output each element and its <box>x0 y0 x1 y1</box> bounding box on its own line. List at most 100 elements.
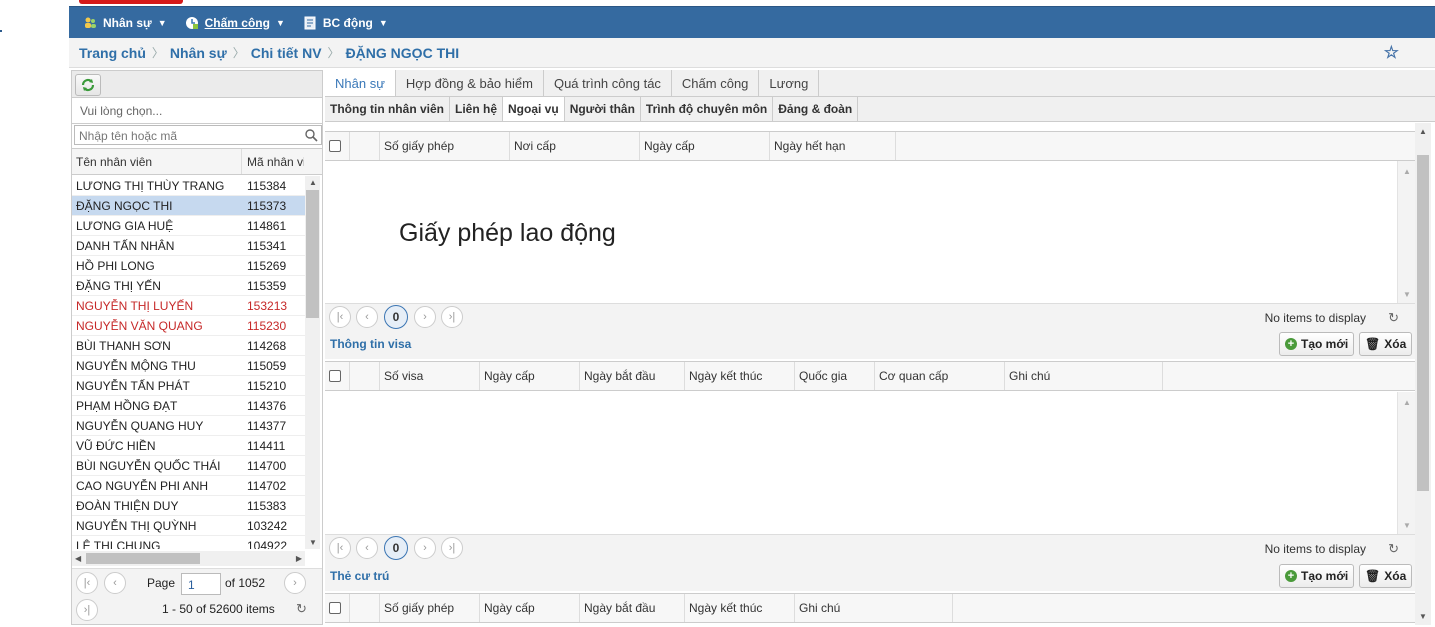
tab-h-p-ng-b-o-hi-m[interactable]: Hợp đồng & bảo hiểm <box>396 70 544 96</box>
scroll-up-icon[interactable]: ▲ <box>309 178 317 187</box>
visa-grid-scrollbar[interactable]: ▲ ▼ <box>1397 392 1415 534</box>
employee-row[interactable]: NGUYỄN THỊ QUỲNH 103242 <box>72 516 305 536</box>
scroll-up-icon[interactable]: ▲ <box>1403 167 1411 176</box>
column-header[interactable]: Số giấy phép <box>380 594 480 622</box>
employee-row[interactable]: NGUYỄN TẤN PHÁT 115210 <box>72 376 305 396</box>
col-employee-name[interactable]: Tên nhân viên <box>72 149 242 174</box>
column-header[interactable]: Nơi cấp <box>510 132 640 160</box>
column-header[interactable]: Quốc gia <box>795 362 875 390</box>
employee-list-hscrollbar[interactable]: ◀ ▶ <box>72 551 305 566</box>
employee-row[interactable]: LƯƠNG GIA HUỆ 114861 <box>72 216 305 236</box>
employee-row[interactable]: NGUYỄN MỘNG THU 115059 <box>72 356 305 376</box>
tab-tr-nh-chuy-n-m-n[interactable]: Trình độ chuyên môn <box>641 97 774 121</box>
next-page-button[interactable]: › <box>284 572 306 594</box>
employee-list-scrollbar[interactable]: ▲ ▼ <box>305 176 320 549</box>
column-header[interactable]: Ngày bắt đầu <box>580 362 685 390</box>
tab-ng-o-n[interactable]: Đảng & đoàn <box>773 97 859 121</box>
employee-row[interactable]: NGUYỄN QUANG HUY 114377 <box>72 416 305 436</box>
page-number-input[interactable]: 1 <box>181 573 221 595</box>
column-header[interactable]: Ghi chú <box>795 594 953 622</box>
crumb-nhan-su[interactable]: Nhân sự <box>170 45 227 61</box>
work-permit-grid-scrollbar[interactable]: ▲ ▼ <box>1397 161 1415 303</box>
star-icon[interactable]: ☆ <box>1384 43 1399 63</box>
reload-icon[interactable]: ↻ <box>296 601 307 617</box>
column-header[interactable]: Ngày cấp <box>640 132 770 160</box>
nav-nhan-su[interactable]: Nhân sự ▼ <box>83 16 167 30</box>
employee-row[interactable]: CAO NGUYỄN PHI ANH 114702 <box>72 476 305 496</box>
prev-page-button[interactable]: ‹ <box>356 537 378 559</box>
first-page-button[interactable]: |‹ <box>329 537 351 559</box>
reload-icon[interactable]: ↻ <box>1388 310 1399 326</box>
last-page-button[interactable]: ›| <box>441 306 463 328</box>
prev-page-button[interactable]: ‹ <box>104 572 126 594</box>
scroll-down-icon[interactable]: ▼ <box>1419 612 1427 621</box>
tab-li-n-h[interactable]: Liên hệ <box>450 97 504 121</box>
visa-create-button[interactable]: + Tạo mới <box>1279 332 1355 356</box>
tab-ng-i-th-n[interactable]: Người thân <box>565 97 641 121</box>
column-header[interactable]: Cơ quan cấp <box>875 362 1005 390</box>
employee-row[interactable]: NGUYỄN VĂN QUANG 115230 <box>72 316 305 336</box>
select-all-checkbox[interactable] <box>329 602 341 614</box>
crumb-home[interactable]: Trang chủ <box>79 45 146 61</box>
last-page-button[interactable]: ›| <box>76 599 98 621</box>
col-employee-code[interactable]: Mã nhân viên <box>242 155 304 169</box>
employee-row[interactable]: LÊ THỊ CHUNG 104922 <box>72 536 305 550</box>
residence-create-button[interactable]: + Tạo mới <box>1279 564 1355 588</box>
next-page-button[interactable]: › <box>414 306 436 328</box>
reload-icon[interactable]: ↻ <box>1388 541 1399 557</box>
employee-row[interactable]: DANH TẤN NHÂN 115341 <box>72 236 305 256</box>
hscroll-thumb[interactable] <box>86 553 200 564</box>
next-page-button[interactable]: › <box>414 537 436 559</box>
employee-row[interactable]: HỒ PHI LONG 115269 <box>72 256 305 276</box>
first-page-button[interactable]: |‹ <box>329 306 351 328</box>
column-header[interactable]: Ghi chú <box>1005 362 1163 390</box>
employee-row[interactable]: ĐẶNG NGỌC THI 115373 <box>72 196 305 216</box>
column-header[interactable]: Ngày cấp <box>480 362 580 390</box>
search-icon[interactable] <box>304 128 318 142</box>
scroll-down-icon[interactable]: ▼ <box>309 538 317 547</box>
scroll-up-icon[interactable]: ▲ <box>1419 127 1427 136</box>
tab-qu-tr-nh-c-ng-t-c[interactable]: Quá trình công tác <box>544 70 672 96</box>
tab-ch-m-c-ng[interactable]: Chấm công <box>672 70 760 96</box>
select-all-checkbox[interactable] <box>329 370 341 382</box>
employee-row[interactable]: BÙI NGUYỄN QUỐC THÁI 114700 <box>72 456 305 476</box>
scroll-up-icon[interactable]: ▲ <box>1403 398 1411 407</box>
refresh-button[interactable] <box>75 74 101 96</box>
scroll-thumb[interactable] <box>1417 155 1429 491</box>
tab-ngo-i-v[interactable]: Ngoại vụ <box>503 97 565 121</box>
column-header[interactable]: Ngày bắt đầu <box>580 594 685 622</box>
employee-row[interactable]: NGUYỄN THỊ LUYẾN 153213 <box>72 296 305 316</box>
column-header[interactable]: Ngày hết hạn <box>770 132 896 160</box>
column-header[interactable]: Ngày cấp <box>480 594 580 622</box>
scroll-down-icon[interactable]: ▼ <box>1403 290 1411 299</box>
scroll-right-icon[interactable]: ▶ <box>296 554 302 563</box>
scroll-down-icon[interactable]: ▼ <box>1403 521 1411 530</box>
department-select[interactable]: Vui lòng chọn... <box>72 98 322 124</box>
tab-nh-n-s[interactable]: Nhân sự <box>325 70 396 96</box>
first-page-button[interactable]: |‹ <box>76 572 98 594</box>
column-header[interactable]: Số giấy phép <box>380 132 510 160</box>
select-all-checkbox[interactable] <box>329 140 341 152</box>
column-header[interactable]: Ngày kết thúc <box>685 362 795 390</box>
column-header[interactable]: Số visa <box>380 362 480 390</box>
tab-th-ng-tin-nh-n-vi-n[interactable]: Thông tin nhân viên <box>325 97 450 121</box>
last-page-button[interactable]: ›| <box>441 537 463 559</box>
employee-row[interactable]: ĐOÀN THIỆN DUY 115383 <box>72 496 305 516</box>
employee-row[interactable]: VŨ ĐỨC HIỀN 114411 <box>72 436 305 456</box>
current-page[interactable]: 0 <box>384 305 408 329</box>
employee-row[interactable]: LƯƠNG THỊ THÙY TRANG 115384 <box>72 176 305 196</box>
employee-row[interactable]: ĐẶNG THỊ YẾN 115359 <box>72 276 305 296</box>
column-header[interactable]: Ngày kết thúc <box>685 594 795 622</box>
scroll-thumb[interactable] <box>306 190 319 318</box>
scroll-left-icon[interactable]: ◀ <box>75 554 81 563</box>
employee-search-input[interactable]: Nhập tên hoặc mã <box>74 125 322 145</box>
crumb-chi-tiet[interactable]: Chi tiết NV <box>251 45 322 61</box>
detail-scrollbar[interactable]: ▲ ▼ <box>1415 123 1431 625</box>
nav-cham-cong[interactable]: Chấm công ▼ <box>185 16 285 30</box>
current-page[interactable]: 0 <box>384 536 408 560</box>
prev-page-button[interactable]: ‹ <box>356 306 378 328</box>
tab-l-ng[interactable]: Lương <box>759 70 820 96</box>
employee-row[interactable]: PHẠM HỒNG ĐẠT 114376 <box>72 396 305 416</box>
nav-bc-dong[interactable]: BC động ▼ <box>303 16 388 30</box>
visa-delete-button[interactable]: 🗑 Xóa <box>1359 332 1413 356</box>
